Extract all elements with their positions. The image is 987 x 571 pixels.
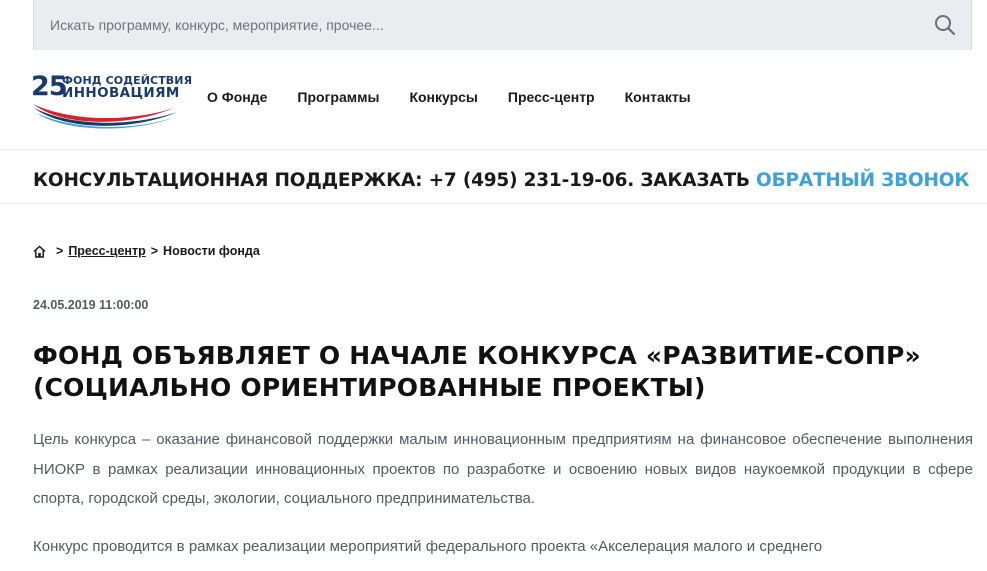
nav-item-contacts[interactable]: Контакты <box>625 89 691 105</box>
site-header: 25 ФОНД СОДЕЙСТВИЯ ИННОВАЦИЯМ О Фонде Пр… <box>0 50 987 150</box>
article-title: ФОНД ОБЪЯВЛЯЕТ О НАЧАЛЕ КОНКУРСА «РАЗВИТ… <box>33 341 921 402</box>
callback-link[interactable]: ОБРАТНЫЙ ЗВОНОК <box>756 170 969 191</box>
consultation-support: КОНСУЛЬТАЦИОННАЯ ПОДДЕРЖКА: +7 (495) 231… <box>33 170 969 191</box>
breadcrumb: > Пресс-центр > Новости фонда <box>33 244 260 258</box>
article-paragraph: Конкурс проводится в рамках реализации м… <box>33 538 823 555</box>
article-date: 24.05.2019 11:00:00 <box>33 298 149 312</box>
consultation-text: КОНСУЛЬТАЦИОННАЯ ПОДДЕРЖКА: +7 (495) 231… <box>33 170 757 191</box>
nav-item-contests[interactable]: Конкурсы <box>409 89 477 105</box>
nav-item-about[interactable]: О Фонде <box>207 89 267 105</box>
home-icon[interactable] <box>33 244 46 258</box>
main-nav: О Фонде Программы Конкурсы Пресс-центр К… <box>207 89 721 105</box>
logo[interactable]: 25 ФОНД СОДЕЙСТВИЯ ИННОВАЦИЯМ <box>31 72 192 134</box>
article-paragraph: Цель конкурса – оказание финансовой подд… <box>33 431 973 507</box>
search-box <box>33 0 972 50</box>
logo-text-line2: ИННОВАЦИЯМ <box>62 85 180 101</box>
breadcrumb-separator: > <box>150 244 159 258</box>
breadcrumb-press-center[interactable]: Пресс-центр <box>68 244 145 258</box>
breadcrumb-current: Новости фонда <box>163 244 260 258</box>
search-bar <box>0 0 987 50</box>
breadcrumb-separator: > <box>56 244 64 258</box>
nav-item-press-center[interactable]: Пресс-центр <box>508 89 595 105</box>
nav-item-programs[interactable]: Программы <box>297 89 379 105</box>
search-input[interactable] <box>48 0 908 50</box>
search-icon[interactable] <box>933 13 957 37</box>
logo-swoosh-icon <box>33 104 177 129</box>
divider <box>0 203 987 204</box>
